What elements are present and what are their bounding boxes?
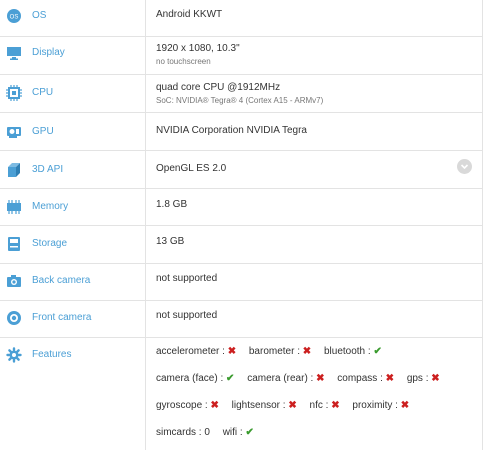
feature-name: gyroscope : xyxy=(156,400,208,411)
expand-chevron-button[interactable] xyxy=(457,159,472,174)
label-cell: OS OS xyxy=(0,0,146,36)
label-cell: Back camera xyxy=(0,264,146,300)
feature-name: proximity : xyxy=(352,400,398,411)
device-spec-table: OS OS Android KKWT Display 1920 x 1080, … xyxy=(0,0,483,450)
feature-item: bluetooth : ✔ xyxy=(324,346,382,357)
feature-item: proximity : ✖ xyxy=(352,400,409,411)
unsupported-x-icon: ✖ xyxy=(431,373,440,384)
front-camera-icon xyxy=(6,310,22,326)
spec-row-storage: Storage 13 GB xyxy=(0,226,483,264)
spec-label-display: Display xyxy=(32,47,65,58)
label-cell: Display xyxy=(0,37,146,74)
label-cell: Features xyxy=(0,338,146,450)
storage-icon xyxy=(6,236,22,252)
spec-label-memory: Memory xyxy=(32,201,69,212)
spec-row-display: Display 1920 x 1080, 10.3" no touchscree… xyxy=(0,37,483,75)
spec-label-cpu: CPU xyxy=(32,87,54,98)
svg-text:OS: OS xyxy=(10,15,19,21)
supported-check-icon: ✔ xyxy=(245,427,254,438)
feature-name: camera (face) : xyxy=(156,373,224,384)
feature-item: wifi : ✔ xyxy=(223,427,254,438)
feature-item: camera (face) : ✔ xyxy=(156,373,234,384)
unsupported-x-icon: ✖ xyxy=(316,373,325,384)
feature-item: barometer : ✖ xyxy=(249,346,311,357)
feature-item: nfc : ✖ xyxy=(310,400,340,411)
spec-row-front-camera: Front camera not supported xyxy=(0,301,483,338)
spec-sub-cpu: SoC: NVIDIA® Tegra® 4 (Cortex A15 - ARMv… xyxy=(156,96,324,105)
unsupported-x-icon: ✖ xyxy=(302,346,312,357)
feature-item: simcards : 0 xyxy=(156,427,210,438)
feature-name: gps : xyxy=(406,373,429,384)
unsupported-x-icon: ✖ xyxy=(385,373,395,384)
feature-line: accelerometer : ✖ barometer : ✖ bluetoot… xyxy=(156,346,392,357)
label-cell: Memory xyxy=(0,189,146,225)
features-icon xyxy=(6,347,22,363)
feature-line: camera (face) : ✔ camera (rear) : ✖ comp… xyxy=(156,373,450,384)
feature-item: camera (rear) : ✖ xyxy=(247,373,324,384)
feature-line: simcards : 0 wifi : ✔ xyxy=(156,427,264,438)
feature-name: lightsensor : xyxy=(231,400,286,411)
spec-row-3d-api: 3D API OpenGL ES 2.0 xyxy=(0,151,483,189)
feature-item: gps : ✖ xyxy=(407,373,440,384)
feature-name: simcards : 0 xyxy=(156,427,210,438)
feature-name: compass : xyxy=(337,373,383,384)
spec-row-features: Features accelerometer : ✖ barometer : ✖… xyxy=(0,338,483,450)
memory-icon xyxy=(6,199,22,215)
spec-sub-display: no touchscreen xyxy=(156,57,211,66)
feature-name: nfc : xyxy=(309,400,329,411)
spec-value-back-camera: not supported xyxy=(156,273,218,284)
spec-value-gpu: NVIDIA Corporation NVIDIA Tegra xyxy=(156,125,307,136)
label-cell: Storage xyxy=(0,226,146,263)
feature-name: camera (rear) : xyxy=(247,373,314,384)
back-camera-icon xyxy=(6,273,22,289)
supported-check-icon: ✔ xyxy=(226,373,235,384)
unsupported-x-icon: ✖ xyxy=(400,400,410,411)
unsupported-x-icon: ✖ xyxy=(210,400,219,411)
label-cell: GPU xyxy=(0,113,146,150)
unsupported-x-icon: ✖ xyxy=(331,400,340,411)
spec-row-os: OS OS Android KKWT xyxy=(0,0,483,37)
feature-name: bluetooth : xyxy=(323,346,371,357)
feature-item: compass : ✖ xyxy=(337,373,394,384)
spec-row-memory: Memory 1.8 GB xyxy=(0,189,483,226)
spec-value-memory: 1.8 GB xyxy=(156,199,188,210)
spec-value-storage: 13 GB xyxy=(156,236,185,247)
spec-label-back-camera: Back camera xyxy=(32,275,91,286)
feature-item: lightsensor : ✖ xyxy=(232,400,297,411)
spec-value-cpu: quad core CPU @1912MHz xyxy=(156,82,281,93)
spec-row-gpu: GPU NVIDIA Corporation NVIDIA Tegra xyxy=(0,113,483,151)
spec-label-3d-api: 3D API xyxy=(32,164,64,175)
supported-check-icon: ✔ xyxy=(373,346,382,357)
label-cell: 3D API xyxy=(0,151,146,188)
spec-value-display: 1920 x 1080, 10.3" xyxy=(156,43,240,54)
spec-row-cpu: CPU quad core CPU @1912MHz SoC: NVIDIA® … xyxy=(0,75,483,113)
label-cell: Front camera xyxy=(0,301,146,337)
feature-name: barometer : xyxy=(248,346,301,357)
spec-value-os: Android KKWT xyxy=(156,9,223,20)
spec-label-os: OS xyxy=(32,10,47,21)
spec-row-back-camera: Back camera not supported xyxy=(0,264,483,301)
spec-label-storage: Storage xyxy=(32,238,68,249)
spec-label-features: Features xyxy=(32,349,72,360)
3d-api-icon xyxy=(6,162,22,178)
display-icon xyxy=(6,45,22,61)
os-icon: OS xyxy=(6,8,22,24)
unsupported-x-icon: ✖ xyxy=(288,400,297,411)
cpu-icon xyxy=(6,85,22,101)
unsupported-x-icon: ✖ xyxy=(227,346,237,357)
spec-value-3d-api: OpenGL ES 2.0 xyxy=(156,163,227,174)
chevron-down-icon xyxy=(460,164,469,170)
feature-name: accelerometer : xyxy=(156,346,225,357)
spec-value-front-camera: not supported xyxy=(156,310,218,321)
gpu-icon xyxy=(6,124,22,140)
label-cell: CPU xyxy=(0,75,146,112)
feature-line: gyroscope : ✖ lightsensor : ✖ nfc : ✖ pr… xyxy=(156,400,419,411)
spec-label-front-camera: Front camera xyxy=(32,312,92,323)
feature-item: accelerometer : ✖ xyxy=(156,346,236,357)
spec-label-gpu: GPU xyxy=(32,126,54,137)
feature-name: wifi : xyxy=(222,427,243,438)
feature-item: gyroscope : ✖ xyxy=(156,400,219,411)
